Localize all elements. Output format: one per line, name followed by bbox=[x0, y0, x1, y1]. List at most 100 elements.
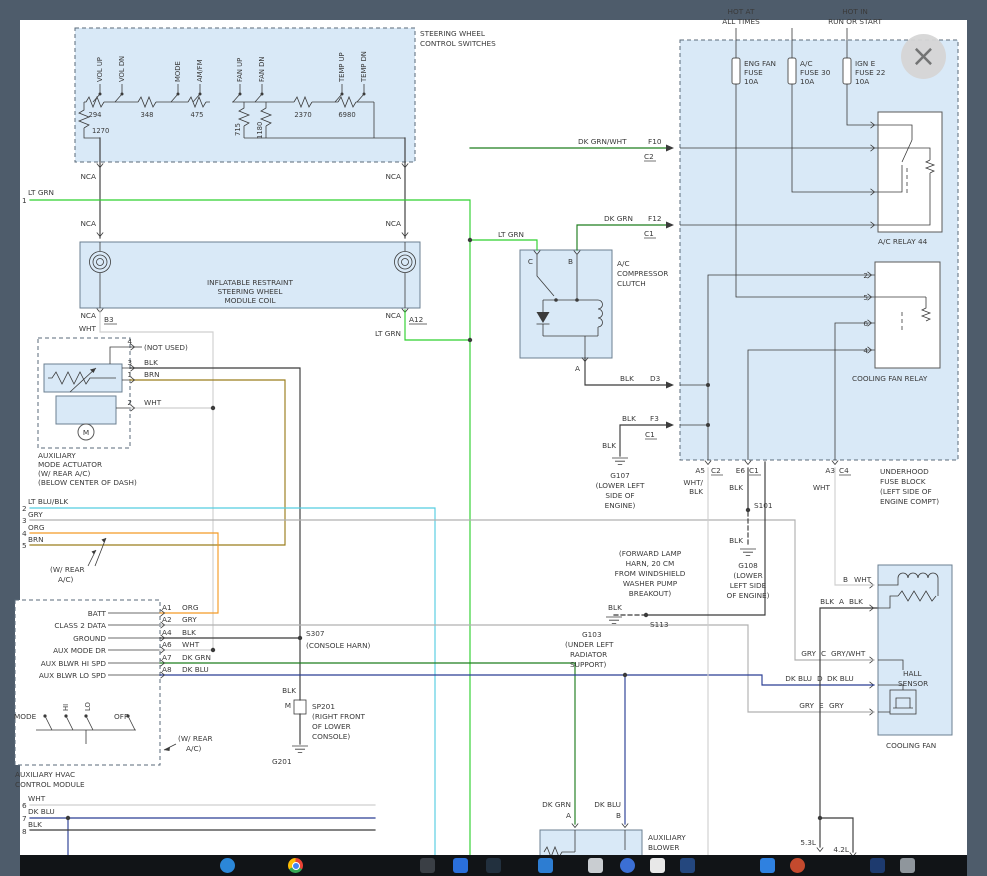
pin-a5-conn: C2 bbox=[711, 466, 721, 475]
taskbar-icon-app13[interactable] bbox=[900, 858, 915, 873]
g103-wire-color: BLK bbox=[608, 603, 622, 612]
cfr-pin-6: 6 bbox=[863, 319, 868, 328]
mod-pin-a4-color: BLK bbox=[182, 628, 196, 637]
fb-caption-1: UNDERHOOD bbox=[880, 467, 929, 476]
blower-b-wire: DK BLU bbox=[594, 800, 621, 809]
mod-pin-a1: A1 bbox=[162, 603, 172, 612]
fan-d-wire-2: DK BLU bbox=[827, 674, 854, 683]
g108-label: G108 bbox=[738, 561, 758, 570]
switch-label-temp-dn: TEMP DN bbox=[360, 51, 368, 83]
comp-caption-3: CLUTCH bbox=[617, 279, 646, 288]
mod-pin-a4: A4 bbox=[162, 628, 172, 637]
pin-e6: E6 bbox=[736, 466, 746, 475]
ac-compressor-clutch-box bbox=[520, 250, 612, 358]
comp-pin-c: C bbox=[528, 257, 533, 266]
steering-title-1: STEERING WHEEL bbox=[420, 29, 486, 38]
switch-label-mode: MODE bbox=[174, 61, 182, 82]
row3-number: 3 bbox=[22, 516, 27, 525]
fb-caption-3: (LEFT SIDE OF bbox=[880, 487, 932, 496]
engine-53l: 5.3L bbox=[800, 838, 817, 847]
f3-terminal: F3 bbox=[650, 414, 659, 423]
fwd-note-2: HARN, 20 CM bbox=[626, 559, 675, 568]
hall-label-1: HALL bbox=[903, 669, 923, 678]
row5-color: BRN bbox=[28, 535, 44, 544]
hot-in-1: HOT IN bbox=[842, 7, 868, 16]
resistor-348: 348 bbox=[141, 111, 154, 119]
taskbar-icon-app7[interactable] bbox=[620, 858, 635, 873]
act-pin2: 2 bbox=[127, 398, 132, 407]
mod-pin-a2: A2 bbox=[162, 615, 172, 624]
g107-loc-3: ENGINE) bbox=[605, 501, 636, 510]
mod-switch-hi: HI bbox=[62, 704, 70, 711]
mod-pin-a7-color: DK GRN bbox=[182, 653, 211, 662]
f12-connector: C1 bbox=[644, 229, 654, 238]
e6-wire: BLK bbox=[729, 483, 743, 492]
taskbar-icon-app10[interactable] bbox=[760, 858, 775, 873]
coil-ltgrn-label: LT GRN bbox=[375, 329, 401, 338]
fuse1-2: FUSE bbox=[744, 68, 763, 77]
hot-in-2: RUN OR START bbox=[828, 17, 882, 26]
act-pin4: 4 bbox=[127, 337, 132, 346]
mod-switch-lo: LO bbox=[84, 702, 92, 711]
mod-pin-a1-color: ORG bbox=[182, 603, 199, 612]
switch-label-amfm: AM/FM bbox=[196, 59, 204, 82]
act-caption-3: (W/ REAR A/C) bbox=[38, 469, 90, 478]
taskbar-icon-app4[interactable] bbox=[486, 858, 501, 873]
row5-number: 5 bbox=[22, 541, 27, 550]
resistor-475: 475 bbox=[191, 111, 204, 119]
mod-caption-1: AUXILIARY HVAC bbox=[15, 770, 75, 779]
close-icon: × bbox=[911, 39, 936, 74]
comp-ltgrn-label: LT GRN bbox=[498, 230, 524, 239]
switch-label-temp-up: TEMP UP bbox=[338, 52, 346, 83]
mod-pin-a8-color: DK BLU bbox=[182, 665, 209, 674]
fan-a-wire-2: BLK bbox=[849, 597, 863, 606]
taskbar-icon-app8[interactable] bbox=[650, 858, 665, 873]
sp201-loc-2: OF LOWER bbox=[312, 722, 351, 731]
row4-color: ORG bbox=[28, 523, 45, 532]
mod-switch-mode: MODE bbox=[14, 712, 37, 721]
taskbar-icon-browser[interactable] bbox=[288, 858, 303, 873]
cooling-fan-caption: COOLING FAN bbox=[886, 741, 936, 750]
row7-number: 7 bbox=[22, 814, 27, 823]
mod-caption-2: CONTROL MODULE bbox=[15, 780, 85, 789]
mod-w-rear-1: (W/ REAR bbox=[178, 734, 213, 743]
g201-label: G201 bbox=[272, 757, 292, 766]
taskbar-icon-app1[interactable] bbox=[220, 858, 235, 873]
coil-caption-1: INFLATABLE RESTRAINT bbox=[207, 278, 293, 287]
mod-pin-a2-color: GRY bbox=[182, 615, 197, 624]
row6-color: WHT bbox=[28, 794, 46, 803]
fuse2-3: 10A bbox=[800, 77, 814, 86]
fuse1-3: 10A bbox=[744, 77, 758, 86]
fan-pin-a: A bbox=[839, 597, 844, 606]
taskbar-icon-app5[interactable] bbox=[538, 858, 553, 873]
sp201-label: SP201 bbox=[312, 702, 335, 711]
fuse3-1: IGN E bbox=[855, 59, 876, 68]
comp-caption-1: A/C bbox=[617, 259, 630, 268]
close-button[interactable]: × bbox=[901, 34, 946, 79]
f10-color: DK GRN/WHT bbox=[578, 137, 627, 146]
fan-a-wire-1: BLK bbox=[820, 597, 834, 606]
sp201-loc-3: CONSOLE) bbox=[312, 732, 350, 741]
pin-a12: A12 bbox=[409, 315, 423, 324]
s101-label: S101 bbox=[754, 501, 773, 510]
f12-terminal: F12 bbox=[648, 214, 661, 223]
coil-caption-2: STEERING WHEEL bbox=[218, 287, 284, 296]
nca-label: NCA bbox=[385, 219, 401, 228]
taskbar-icon-app12[interactable] bbox=[870, 858, 885, 873]
taskbar-icon-app9[interactable] bbox=[680, 858, 695, 873]
a5-wire-2: BLK bbox=[689, 487, 703, 496]
g108-loc-2: LEFT SIDE bbox=[730, 581, 767, 590]
taskbar-icon-app6[interactable] bbox=[588, 858, 603, 873]
taskbar-icon-app11[interactable] bbox=[790, 858, 805, 873]
cooling-fan-relay-box bbox=[868, 262, 941, 368]
g107-wire-color: BLK bbox=[602, 441, 616, 450]
taskbar-icon-app3[interactable] bbox=[453, 858, 468, 873]
fuse3-3: 10A bbox=[855, 77, 869, 86]
hot-at-1: HOT AT bbox=[728, 7, 755, 16]
taskbar-icon-app2[interactable] bbox=[420, 858, 435, 873]
g103-loc-2: RADIATOR bbox=[570, 650, 607, 659]
pin-a3-conn: C4 bbox=[839, 466, 849, 475]
fan-d-wire-1: DK BLU bbox=[785, 674, 812, 683]
row6-number: 6 bbox=[22, 801, 27, 810]
fb-caption-2: FUSE BLOCK bbox=[880, 477, 926, 486]
